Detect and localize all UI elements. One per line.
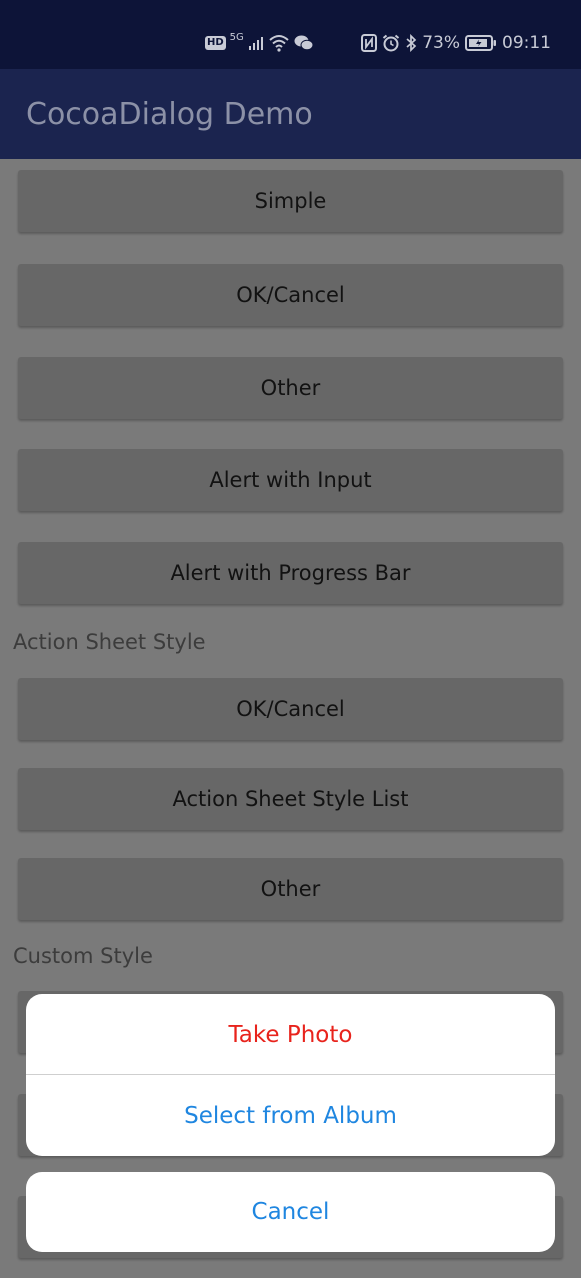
cancel-button[interactable]: Cancel [26,1172,555,1252]
take-photo-option[interactable]: Take Photo [26,994,555,1075]
select-from-album-option[interactable]: Select from Album [26,1075,555,1156]
option-label: Select from Album [184,1102,397,1129]
sheet-divider [26,1074,555,1075]
cancel-label: Cancel [251,1199,330,1225]
action-sheet-group: Take Photo Select from Album [26,994,555,1156]
option-label: Take Photo [228,1021,353,1048]
